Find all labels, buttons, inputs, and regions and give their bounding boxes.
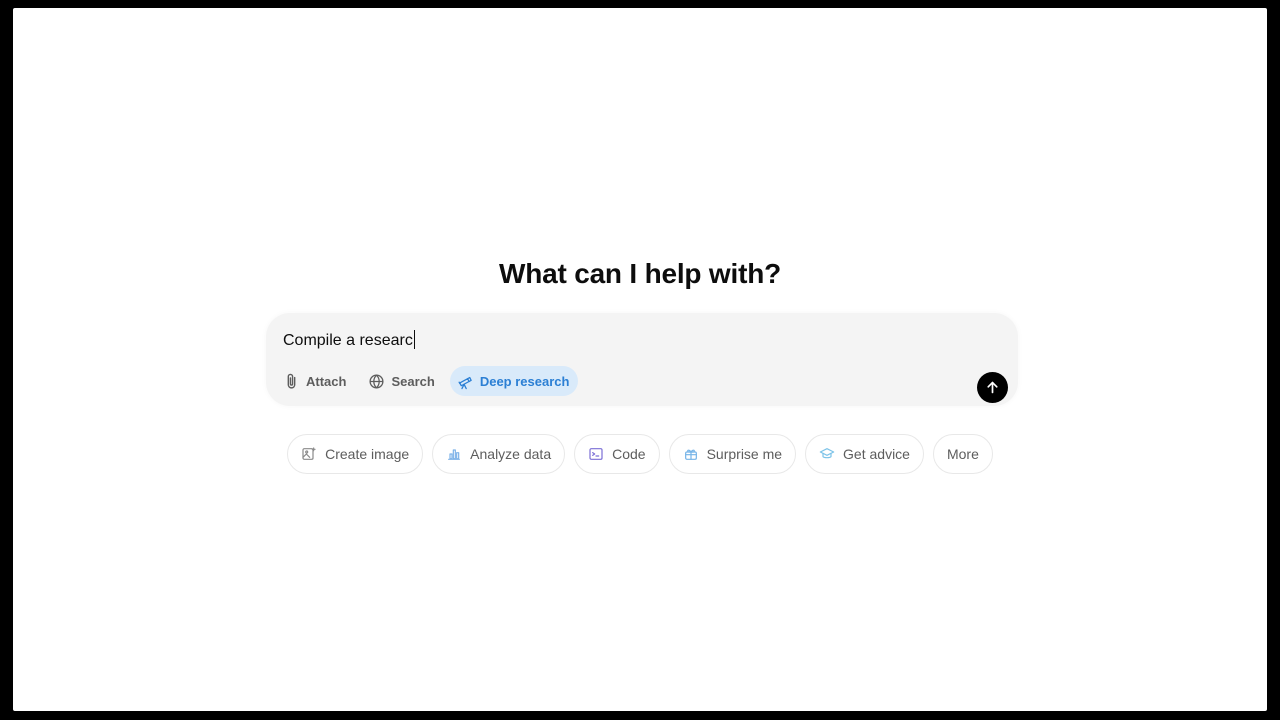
get-advice-chip[interactable]: Get advice [805, 434, 924, 474]
surprise-me-label: Surprise me [706, 446, 783, 462]
composer-tools: Attach Search Deep research [276, 366, 579, 396]
deep-research-button[interactable]: Deep research [449, 366, 579, 396]
search-button[interactable]: Search [361, 366, 443, 396]
prompt-input-value: Compile a researc [283, 332, 413, 349]
bar-chart-icon [448, 449, 461, 460]
globe-icon [369, 373, 384, 389]
create-image-label: Create image [325, 446, 410, 462]
telescope-icon [458, 376, 472, 389]
more-label: More [946, 446, 979, 462]
code-label: Code [612, 446, 646, 462]
gift-icon [684, 449, 697, 460]
send-button[interactable] [977, 372, 1008, 403]
deep-research-label: Deep research [479, 373, 570, 389]
prompt-input[interactable]: Compile a researc [283, 329, 415, 353]
composer: Compile a researc Attach Search Deep res… [266, 313, 1018, 406]
analyze-data-chip[interactable]: Analyze data [432, 434, 566, 474]
analyze-data-label: Analyze data [470, 446, 552, 462]
page-title: What can I help with? [498, 258, 782, 289]
arrow-up-icon [987, 381, 998, 394]
search-label: Search [391, 373, 435, 389]
surprise-me-chip[interactable]: Surprise me [668, 434, 797, 474]
attach-label: Attach [306, 373, 347, 389]
attach-button[interactable]: Attach [276, 366, 355, 396]
terminal-icon [589, 448, 603, 460]
create-image-chip[interactable]: Create image [287, 434, 424, 474]
get-advice-label: Get advice [843, 446, 910, 462]
text-caret [413, 330, 415, 349]
graduation-cap-icon [819, 448, 835, 459]
app-window: What can I help with? Compile a researc … [13, 8, 1267, 711]
image-icon [302, 447, 316, 460]
code-chip[interactable]: Code [574, 434, 660, 474]
suggestion-chips: Create image Analyze data Code Surprise … [13, 434, 1267, 474]
more-chip[interactable]: More [932, 434, 993, 474]
paperclip-icon [287, 373, 296, 389]
